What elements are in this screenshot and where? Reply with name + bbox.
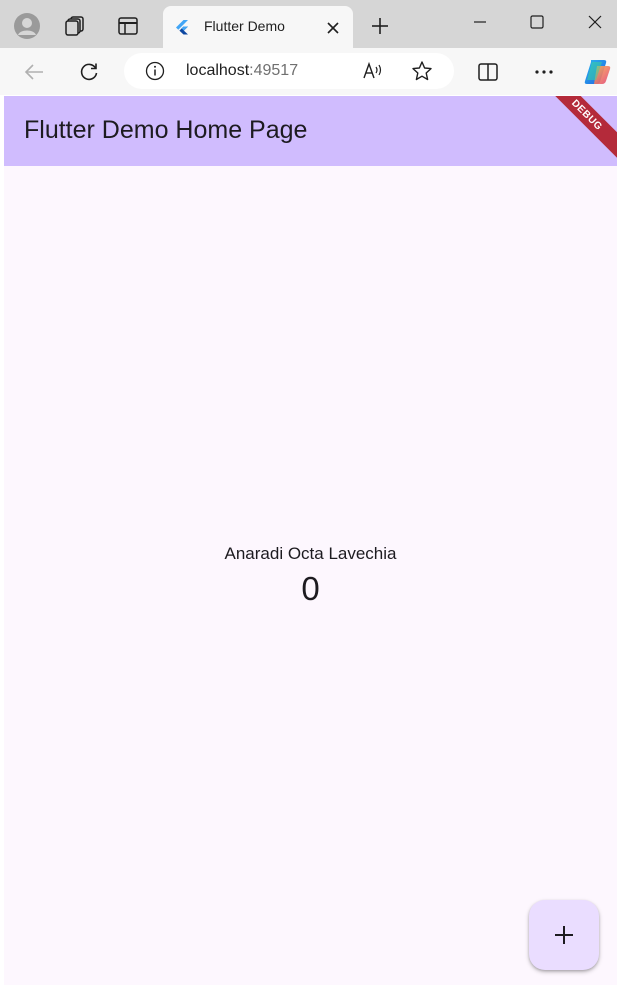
more-options-button[interactable] (526, 54, 562, 90)
increment-button[interactable] (529, 900, 599, 970)
copilot-icon (584, 60, 611, 84)
split-screen-icon (478, 63, 498, 81)
flutter-logo-icon (176, 20, 188, 35)
back-arrow-icon (24, 64, 43, 80)
tab-close-button[interactable] (321, 16, 345, 40)
back-button[interactable] (16, 54, 52, 90)
tab-actions-icon (118, 17, 138, 35)
address-bar[interactable]: localhost:49517 (124, 53, 454, 89)
site-info-button[interactable] (145, 61, 165, 86)
read-aloud-icon (363, 61, 382, 79)
refresh-icon (80, 63, 98, 81)
center-label: Anaradi Octa Lavechia (224, 544, 397, 563)
profile-button[interactable] (9, 8, 45, 44)
page-title: Flutter Demo Home Page (24, 116, 308, 144)
tab-title: Flutter Demo (204, 18, 285, 34)
flutter-app: Flutter Demo Home Page DEBUG Anaradi Oct… (4, 96, 617, 985)
plus-icon (555, 926, 573, 944)
plus-icon (372, 18, 388, 34)
info-icon (145, 61, 165, 81)
url-text: localhost:49517 (186, 62, 298, 80)
refresh-button[interactable] (71, 54, 107, 90)
app-bar: Flutter Demo Home Page (4, 96, 617, 166)
browser-toolbar: localhost:49517 (0, 48, 617, 95)
workspaces-button[interactable] (58, 8, 94, 44)
tab-actions-button[interactable] (110, 8, 146, 44)
maximize-icon (530, 15, 544, 29)
more-icon (535, 70, 553, 74)
copilot-button[interactable] (579, 54, 615, 90)
counter-value: 0 (301, 570, 320, 607)
maximize-button[interactable] (517, 4, 557, 40)
tab-flutter-demo[interactable]: Flutter Demo (163, 6, 353, 48)
close-icon (327, 22, 339, 34)
minimize-button[interactable] (460, 4, 500, 40)
url-port: :49517 (249, 62, 299, 79)
browser-title-bar: Flutter Demo (0, 0, 617, 48)
new-tab-button[interactable] (362, 8, 398, 44)
close-icon (588, 15, 602, 29)
split-screen-button[interactable] (470, 54, 506, 90)
url-host: localhost (186, 62, 250, 79)
close-window-button[interactable] (575, 4, 615, 40)
favorite-button[interactable] (411, 60, 433, 87)
star-icon (412, 61, 432, 81)
workspaces-icon (65, 16, 84, 36)
profile-icon (14, 13, 40, 39)
read-aloud-button[interactable] (362, 61, 384, 86)
minimize-icon (474, 21, 486, 23)
